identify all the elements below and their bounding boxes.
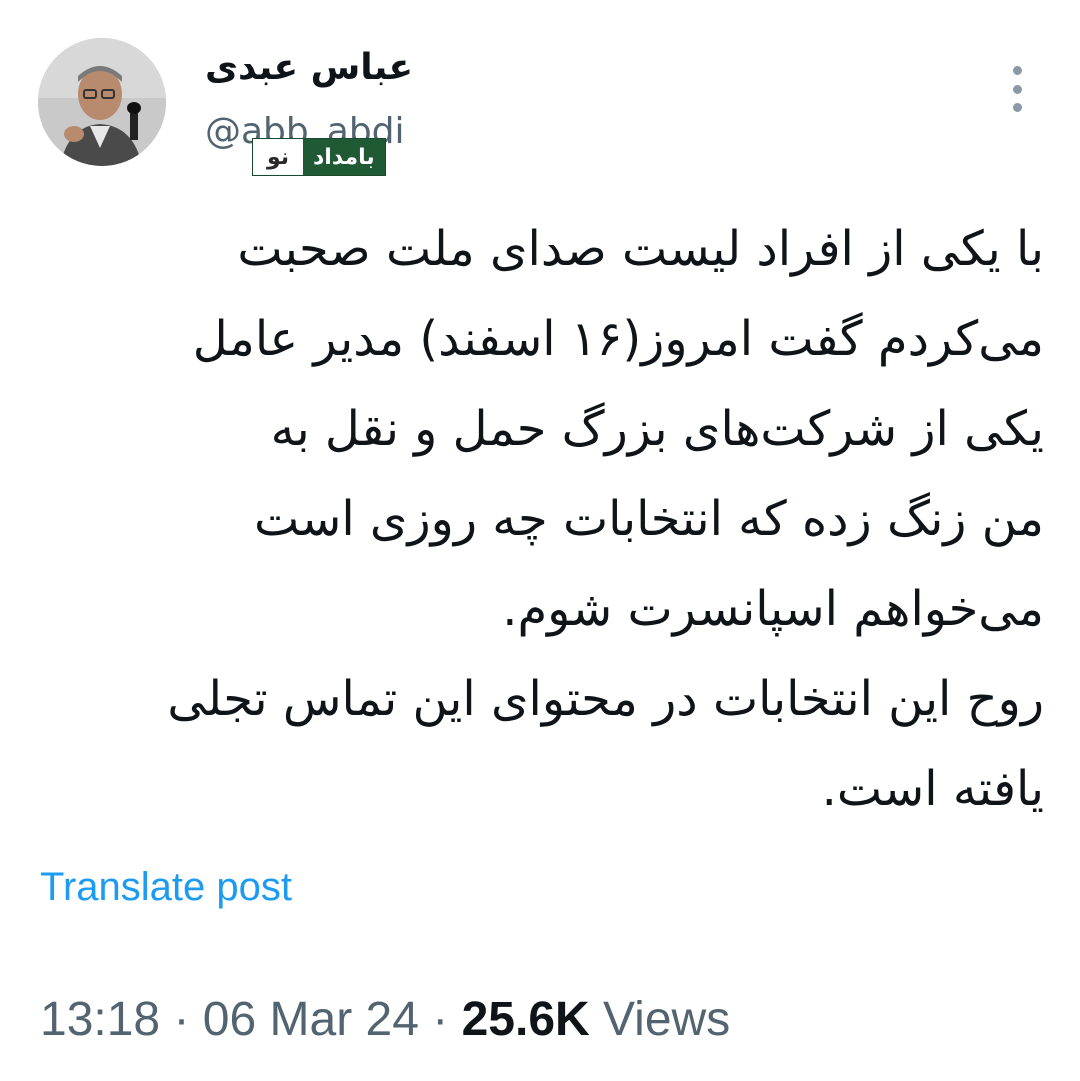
more-dot xyxy=(1012,84,1022,94)
avatar-image xyxy=(38,38,166,166)
tweet-line: می‌کردم گفت امروز(۱۶ اسفند) مدیر عامل xyxy=(192,311,1044,367)
views-count[interactable]: 25.6K xyxy=(462,993,590,1046)
tweet-date[interactable]: 06 Mar 24 xyxy=(203,993,419,1046)
tweet-line: با یکی از افراد لیست صدای ملت صحبت xyxy=(237,221,1044,277)
more-dot xyxy=(1012,103,1022,112)
avatar[interactable] xyxy=(38,38,166,166)
tweet-line: من زنگ زده که انتخابات چه روزی است xyxy=(253,491,1044,547)
watermark-big-text: بامداد xyxy=(303,139,385,175)
tweet-meta: 13:18 · 06 Mar 24 · 25.6K Views xyxy=(40,990,730,1050)
meta-separator: · xyxy=(173,993,190,1046)
watermark-logo: نو بامداد xyxy=(252,138,386,176)
more-dot xyxy=(1012,66,1022,75)
tweet-line: می‌خواهم اسپانسرت شوم. xyxy=(502,581,1044,637)
tweet-line: روح این انتخابات در محتوای این تماس تجلی xyxy=(167,671,1044,727)
author-display-name[interactable]: عباس عبدی xyxy=(205,44,413,92)
more-options-icon[interactable] xyxy=(1003,66,1031,112)
tweet-text: با یکی از افراد لیست صدای ملت صحبت می‌کر… xyxy=(36,204,1044,834)
tweet-line: یافته است. xyxy=(821,761,1044,817)
translate-post-link[interactable]: Translate post xyxy=(40,862,292,912)
watermark-small-text: نو xyxy=(253,139,303,175)
views-label: Views xyxy=(603,993,731,1046)
tweet-time[interactable]: 13:18 xyxy=(40,993,160,1046)
meta-separator: · xyxy=(432,993,449,1046)
tweet-line: یکی از شرکت‌های بزرگ حمل و نقل به xyxy=(270,401,1044,457)
